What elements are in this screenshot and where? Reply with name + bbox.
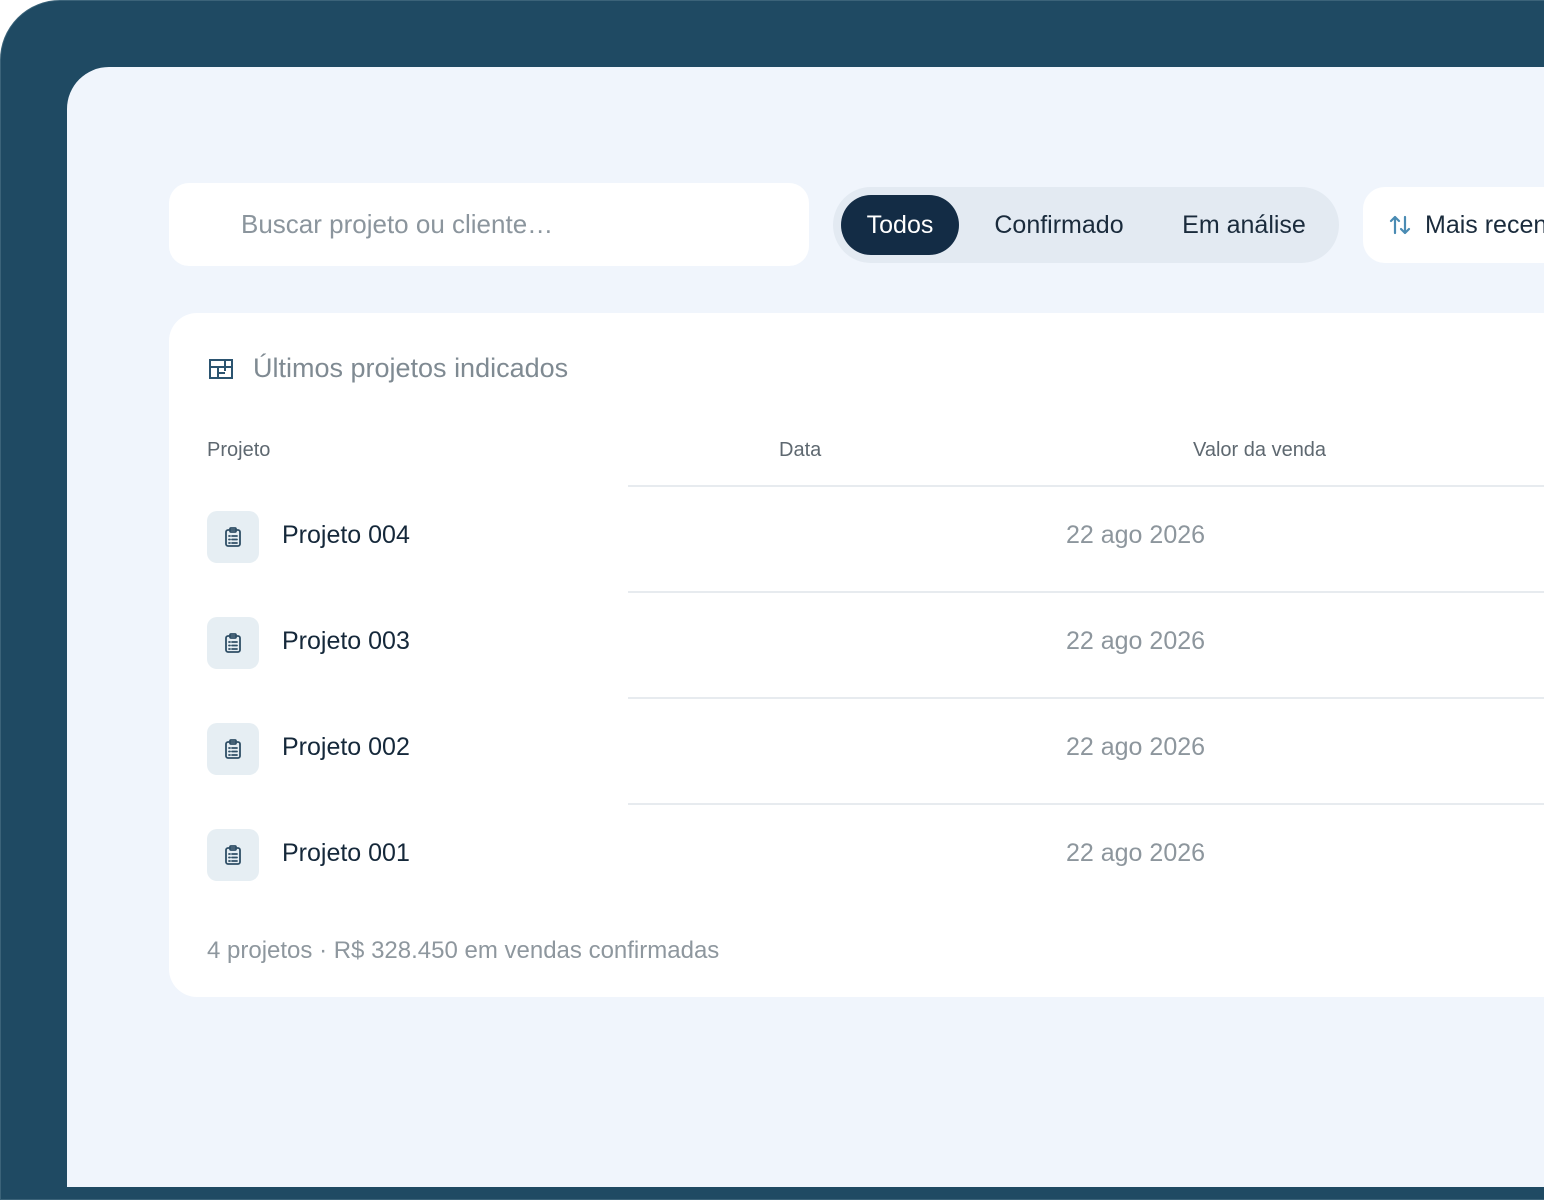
project-name[interactable]: Projeto 004 (282, 521, 410, 550)
search-box[interactable] (169, 183, 809, 266)
column-header-value[interactable]: Valor da venda (1193, 439, 1326, 462)
grid-icon (207, 355, 235, 383)
card-title: Últimos projetos indicados (207, 353, 568, 384)
project-date: 22 ago 2026 (1066, 627, 1206, 655)
clipboard-icon (207, 617, 259, 669)
table-row[interactable]: Projeto 004 22 ago 2026 (169, 485, 1544, 591)
project-name[interactable]: Projeto 002 (282, 733, 410, 762)
filter-todos[interactable]: Todos (841, 195, 959, 255)
row-divider (628, 485, 1544, 487)
sort-button[interactable]: Mais recentes (1363, 187, 1544, 263)
summary-footer: 4 projetos · R$ 328.450 em vendas confir… (207, 937, 720, 964)
table-row[interactable]: Projeto 001 22 ago 2026 (169, 803, 1544, 909)
row-divider (628, 697, 1544, 699)
filter-em-analise[interactable]: Em análise (1159, 195, 1329, 255)
clipboard-icon (207, 723, 259, 775)
table-row[interactable]: Projeto 002 22 ago 2026 (169, 697, 1544, 803)
filter-confirmado[interactable]: Confirmado (959, 195, 1159, 255)
clipboard-icon (207, 829, 259, 881)
project-date: 22 ago 2026 (1066, 839, 1206, 867)
toolbar: Todos Confirmado Em análise Mais recente… (169, 183, 1544, 267)
clipboard-icon (207, 511, 259, 563)
project-name[interactable]: Projeto 003 (282, 627, 410, 656)
app-screen: Todos Confirmado Em análise Mais recente… (67, 67, 1544, 1187)
column-header-date[interactable]: Data (779, 439, 821, 462)
row-divider (628, 803, 1544, 805)
card-title-text: Últimos projetos indicados (253, 353, 569, 383)
sort-arrows-icon (1387, 212, 1413, 238)
project-date: 22 ago 2026 (1066, 521, 1206, 549)
project-date: 22 ago 2026 (1066, 733, 1206, 761)
device-frame: Todos Confirmado Em análise Mais recente… (0, 0, 1544, 1200)
projects-card: Últimos projetos indicados Projeto Data … (169, 313, 1544, 997)
sort-label: Mais recentes (1425, 210, 1544, 239)
project-name[interactable]: Projeto 001 (282, 839, 410, 868)
row-divider (628, 591, 1544, 593)
status-filter: Todos Confirmado Em análise (833, 187, 1339, 263)
search-input[interactable] (241, 209, 761, 240)
table-row[interactable]: Projeto 003 22 ago 2026 (169, 591, 1544, 697)
column-header-project[interactable]: Projeto (207, 439, 270, 462)
